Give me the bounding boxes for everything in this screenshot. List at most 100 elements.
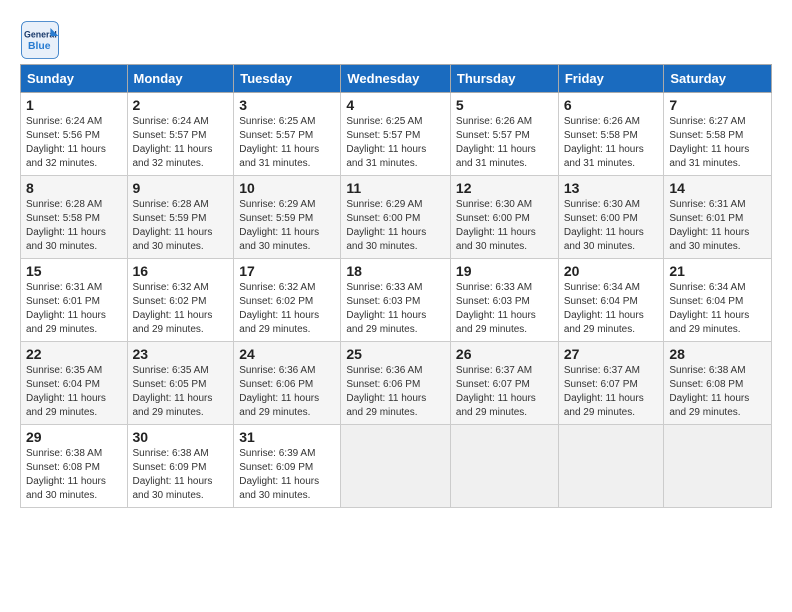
calendar-week-row: 22 Sunrise: 6:35 AM Sunset: 6:04 PM Dayli… xyxy=(21,342,772,425)
day-info: Sunrise: 6:26 AM Sunset: 5:57 PM Dayligh… xyxy=(456,115,553,171)
calendar-cell: 1 Sunrise: 6:24 AM Sunset: 5:56 PM Daylig… xyxy=(21,93,128,176)
calendar-cell: 4 Sunrise: 6:25 AM Sunset: 5:57 PM Daylig… xyxy=(341,93,451,176)
calendar-week-row: 15 Sunrise: 6:31 AM Sunset: 6:01 PM Dayli… xyxy=(21,259,772,342)
weekday-header: Saturday xyxy=(664,65,772,93)
calendar-week-row: 1 Sunrise: 6:24 AM Sunset: 5:56 PM Daylig… xyxy=(21,93,772,176)
day-number: 26 xyxy=(456,346,553,362)
day-info: Sunrise: 6:30 AM Sunset: 6:00 PM Dayligh… xyxy=(564,198,659,254)
calendar-cell: 10 Sunrise: 6:29 AM Sunset: 5:59 PM Dayli… xyxy=(234,176,341,259)
calendar-cell: 14 Sunrise: 6:31 AM Sunset: 6:01 PM Dayli… xyxy=(664,176,772,259)
calendar-cell: 11 Sunrise: 6:29 AM Sunset: 6:00 PM Dayli… xyxy=(341,176,451,259)
day-info: Sunrise: 6:29 AM Sunset: 6:00 PM Dayligh… xyxy=(346,198,445,254)
day-info: Sunrise: 6:33 AM Sunset: 6:03 PM Dayligh… xyxy=(346,281,445,337)
day-info: Sunrise: 6:38 AM Sunset: 6:09 PM Dayligh… xyxy=(133,447,229,503)
calendar-cell: 29 Sunrise: 6:38 AM Sunset: 6:08 PM Dayli… xyxy=(21,425,128,508)
day-number: 28 xyxy=(669,346,766,362)
calendar-cell: 13Sunrise: 6:30 AM Sunset: 6:00 PM Dayli… xyxy=(558,176,664,259)
day-number: 1 xyxy=(26,97,122,113)
day-info: Sunrise: 6:38 AM Sunset: 6:08 PM Dayligh… xyxy=(26,447,122,503)
calendar-cell: 25 Sunrise: 6:36 AM Sunset: 6:06 PM Dayli… xyxy=(341,342,451,425)
calendar-cell: 24 Sunrise: 6:36 AM Sunset: 6:06 PM Dayli… xyxy=(234,342,341,425)
day-number: 3 xyxy=(239,97,335,113)
day-info: Sunrise: 6:39 AM Sunset: 6:09 PM Dayligh… xyxy=(239,447,335,503)
calendar-week-row: 29 Sunrise: 6:38 AM Sunset: 6:08 PM Dayli… xyxy=(21,425,772,508)
calendar-cell: 26 Sunrise: 6:37 AM Sunset: 6:07 PM Dayli… xyxy=(450,342,558,425)
calendar-cell: 27Sunrise: 6:37 AM Sunset: 6:07 PM Dayli… xyxy=(558,342,664,425)
svg-text:Blue: Blue xyxy=(28,41,51,52)
day-info: Sunrise: 6:32 AM Sunset: 6:02 PM Dayligh… xyxy=(133,281,229,337)
day-info: Sunrise: 6:24 AM Sunset: 5:56 PM Dayligh… xyxy=(26,115,122,171)
day-number: 4 xyxy=(346,97,445,113)
day-info: Sunrise: 6:37 AM Sunset: 6:07 PM Dayligh… xyxy=(456,364,553,420)
day-number: 19 xyxy=(456,263,553,279)
calendar-cell: 9 Sunrise: 6:28 AM Sunset: 5:59 PM Daylig… xyxy=(127,176,234,259)
calendar-week-row: 8Sunrise: 6:28 AM Sunset: 5:58 PM Daylig… xyxy=(21,176,772,259)
day-info: Sunrise: 6:28 AM Sunset: 5:59 PM Dayligh… xyxy=(133,198,229,254)
calendar-cell: 8Sunrise: 6:28 AM Sunset: 5:58 PM Daylig… xyxy=(21,176,128,259)
calendar-cell: 12Sunrise: 6:30 AM Sunset: 6:00 PM Dayli… xyxy=(450,176,558,259)
day-info: Sunrise: 6:36 AM Sunset: 6:06 PM Dayligh… xyxy=(346,364,445,420)
calendar-cell xyxy=(558,425,664,508)
calendar-cell: 15 Sunrise: 6:31 AM Sunset: 6:01 PM Dayli… xyxy=(21,259,128,342)
calendar-header-row: SundayMondayTuesdayWednesdayThursdayFrid… xyxy=(21,65,772,93)
calendar-cell: 23Sunrise: 6:35 AM Sunset: 6:05 PM Dayli… xyxy=(127,342,234,425)
day-info: Sunrise: 6:29 AM Sunset: 5:59 PM Dayligh… xyxy=(239,198,335,254)
day-info: Sunrise: 6:35 AM Sunset: 6:04 PM Dayligh… xyxy=(26,364,122,420)
day-number: 7 xyxy=(669,97,766,113)
calendar-cell: 22 Sunrise: 6:35 AM Sunset: 6:04 PM Dayli… xyxy=(21,342,128,425)
calendar-cell: 30 Sunrise: 6:38 AM Sunset: 6:09 PM Dayli… xyxy=(127,425,234,508)
calendar-cell: 19 Sunrise: 6:33 AM Sunset: 6:03 PM Dayli… xyxy=(450,259,558,342)
day-info: Sunrise: 6:38 AM Sunset: 6:08 PM Dayligh… xyxy=(669,364,766,420)
day-info: Sunrise: 6:25 AM Sunset: 5:57 PM Dayligh… xyxy=(239,115,335,171)
day-number: 20 xyxy=(564,263,659,279)
calendar-cell: 7 Sunrise: 6:27 AM Sunset: 5:58 PM Daylig… xyxy=(664,93,772,176)
day-number: 17 xyxy=(239,263,335,279)
day-info: Sunrise: 6:34 AM Sunset: 6:04 PM Dayligh… xyxy=(669,281,766,337)
weekday-header: Thursday xyxy=(450,65,558,93)
calendar-cell: 17Sunrise: 6:32 AM Sunset: 6:02 PM Dayli… xyxy=(234,259,341,342)
page-wrapper: General Blue SundayMondayTuesdayWednesda… xyxy=(20,20,772,508)
day-number: 22 xyxy=(26,346,122,362)
day-info: Sunrise: 6:27 AM Sunset: 5:58 PM Dayligh… xyxy=(669,115,766,171)
day-number: 9 xyxy=(133,180,229,196)
calendar-cell xyxy=(341,425,451,508)
day-info: Sunrise: 6:31 AM Sunset: 6:01 PM Dayligh… xyxy=(26,281,122,337)
day-number: 2 xyxy=(133,97,229,113)
calendar-cell: 16 Sunrise: 6:32 AM Sunset: 6:02 PM Dayli… xyxy=(127,259,234,342)
day-number: 10 xyxy=(239,180,335,196)
day-number: 11 xyxy=(346,180,445,196)
calendar-cell: 6 Sunrise: 6:26 AM Sunset: 5:58 PM Daylig… xyxy=(558,93,664,176)
day-number: 15 xyxy=(26,263,122,279)
day-number: 16 xyxy=(133,263,229,279)
calendar-cell: 31 Sunrise: 6:39 AM Sunset: 6:09 PM Dayli… xyxy=(234,425,341,508)
weekday-header: Sunday xyxy=(21,65,128,93)
day-info: Sunrise: 6:34 AM Sunset: 6:04 PM Dayligh… xyxy=(564,281,659,337)
day-info: Sunrise: 6:33 AM Sunset: 6:03 PM Dayligh… xyxy=(456,281,553,337)
day-info: Sunrise: 6:24 AM Sunset: 5:57 PM Dayligh… xyxy=(133,115,229,171)
day-number: 18 xyxy=(346,263,445,279)
day-info: Sunrise: 6:25 AM Sunset: 5:57 PM Dayligh… xyxy=(346,115,445,171)
calendar-table: SundayMondayTuesdayWednesdayThursdayFrid… xyxy=(20,64,772,508)
header: General Blue xyxy=(20,20,772,60)
logo: General Blue xyxy=(20,20,64,60)
calendar-cell: 18 Sunrise: 6:33 AM Sunset: 6:03 PM Dayli… xyxy=(341,259,451,342)
day-info: Sunrise: 6:26 AM Sunset: 5:58 PM Dayligh… xyxy=(564,115,659,171)
day-info: Sunrise: 6:37 AM Sunset: 6:07 PM Dayligh… xyxy=(564,364,659,420)
day-number: 29 xyxy=(26,429,122,445)
day-number: 6 xyxy=(564,97,659,113)
calendar-cell: 28 Sunrise: 6:38 AM Sunset: 6:08 PM Dayli… xyxy=(664,342,772,425)
day-info: Sunrise: 6:31 AM Sunset: 6:01 PM Dayligh… xyxy=(669,198,766,254)
logo-icon: General Blue xyxy=(20,20,60,60)
day-number: 14 xyxy=(669,180,766,196)
day-info: Sunrise: 6:36 AM Sunset: 6:06 PM Dayligh… xyxy=(239,364,335,420)
day-info: Sunrise: 6:28 AM Sunset: 5:58 PM Dayligh… xyxy=(26,198,122,254)
day-number: 31 xyxy=(239,429,335,445)
day-number: 24 xyxy=(239,346,335,362)
day-number: 30 xyxy=(133,429,229,445)
weekday-header: Friday xyxy=(558,65,664,93)
calendar-cell xyxy=(450,425,558,508)
day-info: Sunrise: 6:30 AM Sunset: 6:00 PM Dayligh… xyxy=(456,198,553,254)
day-number: 21 xyxy=(669,263,766,279)
day-number: 25 xyxy=(346,346,445,362)
day-number: 5 xyxy=(456,97,553,113)
